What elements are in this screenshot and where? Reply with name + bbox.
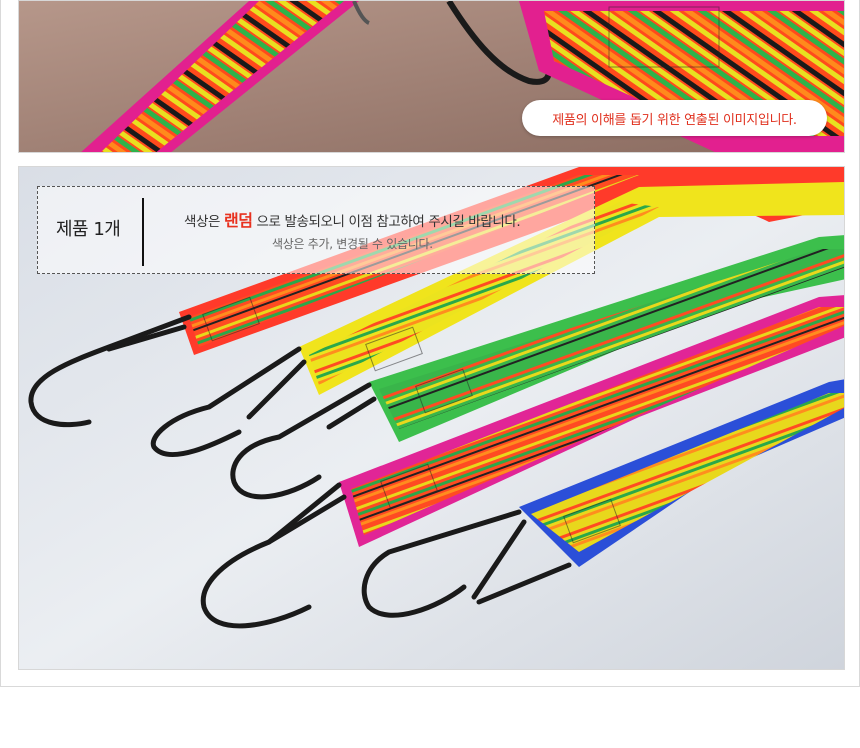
image-caption-text: 제품의 이해를 돕기 위한 연출된 이미지입니다. <box>552 112 797 128</box>
notice-highlight: 랜덤 <box>223 211 253 230</box>
color-random-notice: 색상은 랜덤 으로 발송되오니 이점 참고하여 주시길 바랍니다. <box>184 207 521 231</box>
product-detail-frame: 제품의 이해를 돕기 위한 연출된 이미지입니다. 제품 1개 색상은 랜덤 으… <box>0 0 860 687</box>
notice-divider <box>142 198 144 266</box>
notice-box: 제품 1개 색상은 랜덤 으로 발송되오니 이점 참고하여 주시길 바랍니다. … <box>37 186 595 274</box>
color-change-notice: 색상은 추가, 변경될 수 있습니다. <box>272 237 433 251</box>
quantity-label: 제품 1개 <box>56 219 121 240</box>
image-caption: 제품의 이해를 돕기 위한 연출된 이미지입니다. <box>522 100 827 136</box>
notice-suffix: 으로 발송되오니 이점 참고하여 주시길 바랍니다. <box>256 214 521 230</box>
notice-prefix: 색상은 <box>184 214 221 230</box>
main-product-photo: 제품 1개 색상은 랜덤 으로 발송되오니 이점 참고하여 주시길 바랍니다. … <box>18 166 845 670</box>
top-product-photo: 제품의 이해를 돕기 위한 연출된 이미지입니다. <box>18 0 845 153</box>
